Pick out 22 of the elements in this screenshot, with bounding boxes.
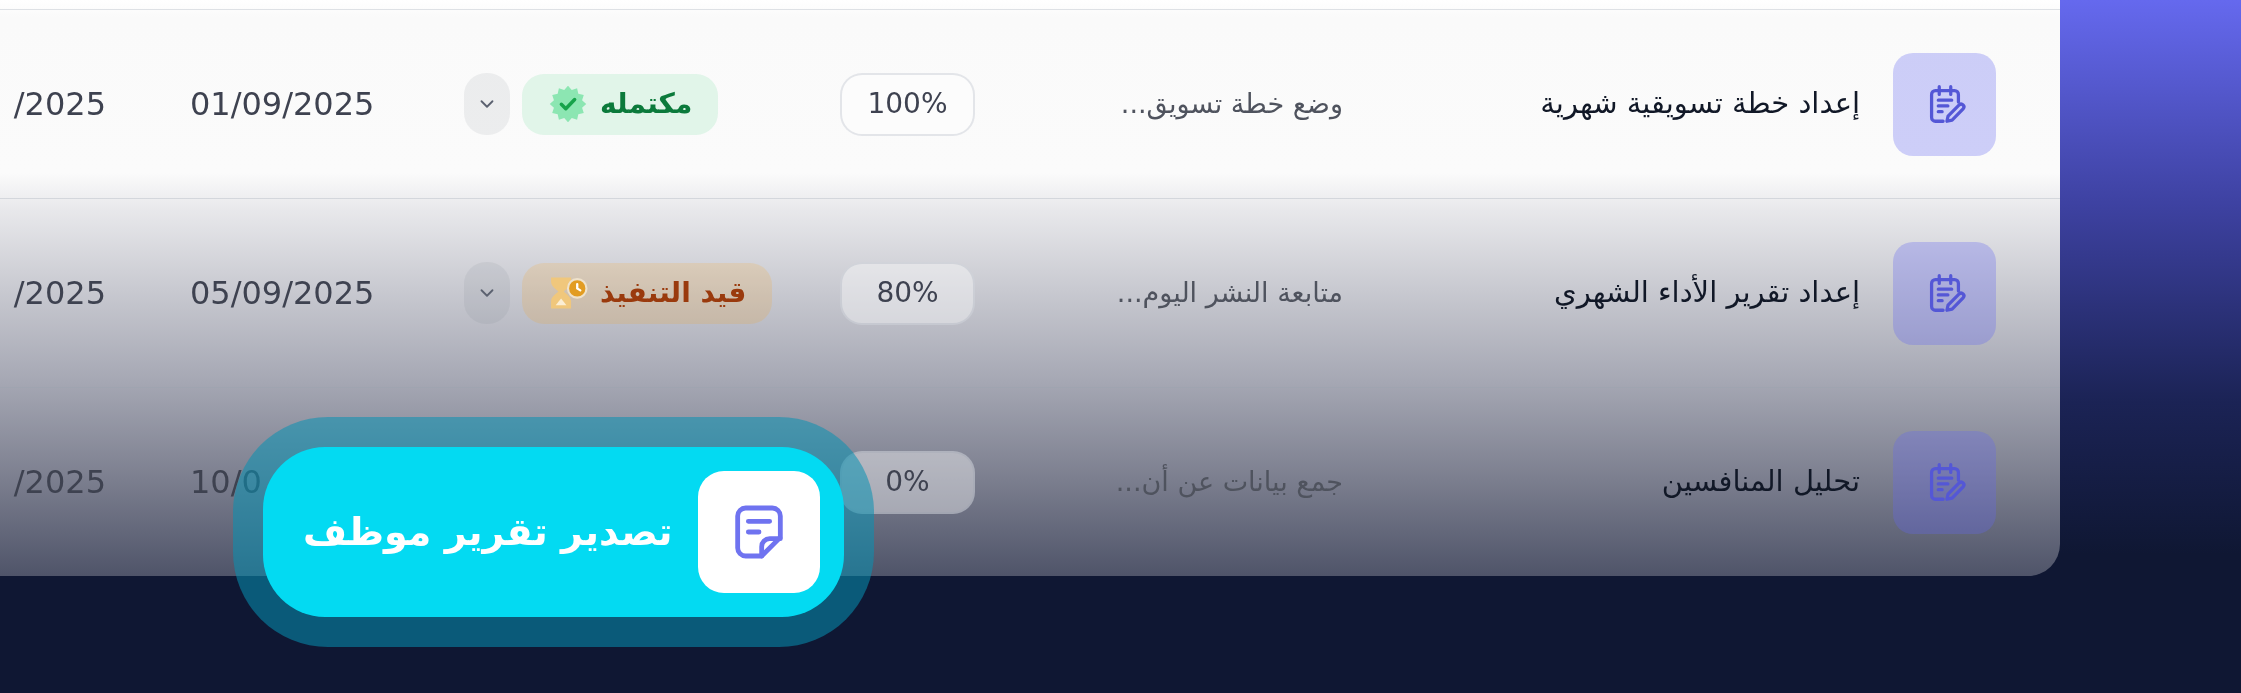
verified-badge-icon [548,85,588,123]
notepad-pencil-icon [1893,241,1996,345]
date-text: /2025 [13,273,106,314]
date-text: 01/09/2025 [190,84,375,125]
notepad-pencil-icon [1893,430,1996,534]
dropdown-button[interactable] [464,262,510,324]
status-text: قيد التنفيذ [600,275,747,311]
task-name: إعداد تقرير الأداء الشهري [1553,273,1860,312]
task-name: تحليل المنافسين [1661,463,1860,501]
task-name: إعداد خطة تسويقية شهرية [1540,85,1860,123]
task-description: وضع خطة تسويق... [1120,86,1343,122]
export-report-button[interactable]: تصدير تقرير موظف [263,447,844,617]
date-text: 05/09/2025 [190,273,375,314]
progress-percent: 100% [840,72,975,136]
task-description: متابعة النشر اليوم... [1116,275,1343,311]
date-text: /2025 [13,84,106,125]
dropdown-button[interactable] [464,73,510,135]
note-icon [697,471,820,593]
date-text: /2025 [13,462,106,503]
progress-percent: 80% [840,261,975,325]
status-text: مكتمله [600,86,693,122]
notepad-pencil-icon [1893,52,1996,156]
